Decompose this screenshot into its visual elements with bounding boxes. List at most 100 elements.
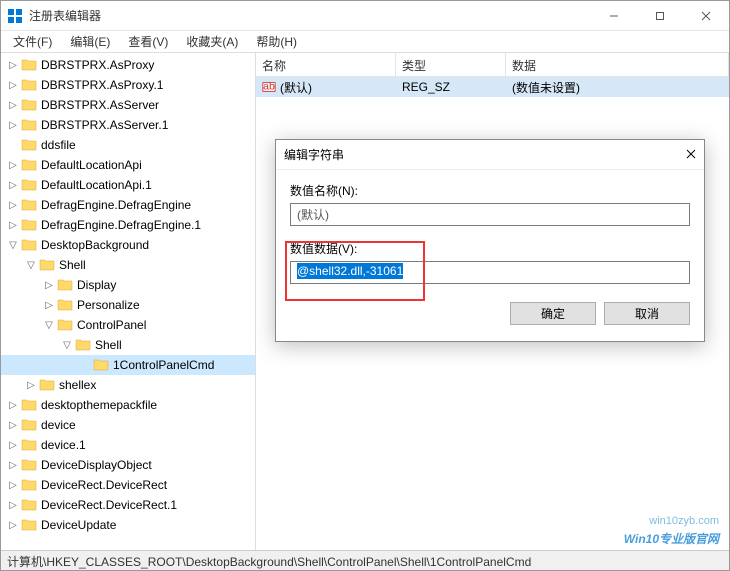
tree-node[interactable]: ▷ desktopthemepackfile <box>1 395 255 415</box>
expand-icon[interactable]: ▷ <box>5 400 21 411</box>
tree-label: DeviceRect.DeviceRect <box>41 478 167 492</box>
expand-icon[interactable]: ▷ <box>5 420 21 431</box>
list-row[interactable]: ab(默认)REG_SZ(数值未设置) <box>256 77 729 97</box>
tree-label: Personalize <box>77 298 140 312</box>
expand-icon[interactable]: ▷ <box>5 480 21 491</box>
cell-type: REG_SZ <box>396 78 506 96</box>
tree-pane[interactable]: ▷ DBRSTPRX.AsProxy ▷ DBRSTPRX.AsProxy.1 ▷ DBR… <box>1 53 256 550</box>
tree-label: shellex <box>59 378 96 392</box>
expand-icon[interactable]: ▷ <box>5 220 21 231</box>
collapse-icon[interactable]: ▽ <box>5 240 21 251</box>
tree-node[interactable]: ▷ DefaultLocationApi.1 <box>1 175 255 195</box>
tree-node[interactable]: ▽ DesktopBackground <box>1 235 255 255</box>
tree-node[interactable]: ▷DefragEngine.DefragEngine.1 <box>1 215 255 235</box>
tree-node[interactable]: ▷DeviceRect.DeviceRect.1 <box>1 495 255 515</box>
tree-node[interactable]: ▷ DefaultLocationApi <box>1 155 255 175</box>
menu-view[interactable]: 查看(V) <box>120 31 176 52</box>
expand-icon[interactable]: ▷ <box>5 180 21 191</box>
tree-label: desktopthemepackfile <box>41 398 157 412</box>
tree-node[interactable]: ▷ DBRSTPRX.AsServer.1 <box>1 115 255 135</box>
tree-node[interactable]: ▽Shell <box>1 335 255 355</box>
tree-node[interactable]: ▷ DeviceRect.DeviceRect <box>1 475 255 495</box>
svg-text:ab: ab <box>263 81 275 93</box>
list-header: 名称 类型 数据 <box>256 53 729 77</box>
window-titlebar: 注册表编辑器 <box>1 1 729 31</box>
maximize-button[interactable] <box>637 1 683 31</box>
tree-label: ddsfile <box>41 138 76 152</box>
tree-node[interactable]: ddsfile <box>1 135 255 155</box>
tree-label: DeviceUpdate <box>41 518 116 532</box>
ok-button[interactable]: 确定 <box>510 302 596 325</box>
expand-icon[interactable]: ▷ <box>5 120 21 131</box>
tree-label: DBRSTPRX.AsProxy.1 <box>41 78 163 92</box>
value-name-input[interactable]: (默认) <box>290 203 690 226</box>
edit-string-dialog: 编辑字符串 数值名称(N): (默认) 数值数据(V): @shell32.dl… <box>275 139 705 342</box>
menu-help[interactable]: 帮助(H) <box>248 31 305 52</box>
string-value-icon: ab <box>262 80 276 94</box>
tree-node[interactable]: ▷DeviceDisplayObject <box>1 455 255 475</box>
col-header-type[interactable]: 类型 <box>396 53 506 76</box>
tree-node[interactable]: ▷ DBRSTPRX.AsProxy.1 <box>1 75 255 95</box>
collapse-icon[interactable]: ▽ <box>41 320 57 331</box>
tree-node[interactable]: 1ControlPanelCmd <box>1 355 255 375</box>
expand-icon[interactable]: ▷ <box>5 440 21 451</box>
tree-node[interactable]: ▷ device.1 <box>1 435 255 455</box>
collapse-icon[interactable]: ▽ <box>23 260 39 271</box>
tree-node[interactable]: ▷ Display <box>1 275 255 295</box>
menu-edit[interactable]: 编辑(E) <box>62 31 118 52</box>
tree-node[interactable]: ▷ DBRSTPRX.AsProxy <box>1 55 255 75</box>
dialog-titlebar[interactable]: 编辑字符串 <box>276 140 704 170</box>
tree-label: DBRSTPRX.AsServer <box>41 98 159 112</box>
expand-icon[interactable]: ▷ <box>5 60 21 71</box>
tree-label: DefaultLocationApi <box>41 158 142 172</box>
expand-icon[interactable]: ▷ <box>41 300 57 311</box>
expand-icon[interactable]: ▷ <box>5 200 21 211</box>
tree-node[interactable]: ▷ device <box>1 415 255 435</box>
expand-icon[interactable]: ▷ <box>5 520 21 531</box>
window-title: 注册表编辑器 <box>29 7 591 24</box>
col-header-data[interactable]: 数据 <box>506 53 729 76</box>
tree-node[interactable]: ▽ Shell <box>1 255 255 275</box>
tree-node[interactable]: ▷ DefragEngine.DefragEngine <box>1 195 255 215</box>
value-data-label: 数值数据(V): <box>290 240 690 257</box>
cancel-button[interactable]: 取消 <box>604 302 690 325</box>
dialog-title: 编辑字符串 <box>284 146 686 163</box>
tree-label: DefragEngine.DefragEngine <box>41 198 191 212</box>
menu-favorites[interactable]: 收藏夹(A) <box>178 31 246 52</box>
expand-icon[interactable]: ▷ <box>5 500 21 511</box>
menubar: 文件(F) 编辑(E) 查看(V) 收藏夹(A) 帮助(H) <box>1 31 729 53</box>
cell-data: (数值未设置) <box>506 77 729 98</box>
tree-label: 1ControlPanelCmd <box>113 358 214 372</box>
expand-icon[interactable]: ▷ <box>41 280 57 291</box>
expand-icon[interactable]: ▷ <box>5 80 21 91</box>
expand-icon[interactable]: ▷ <box>5 460 21 471</box>
statusbar: 计算机\HKEY_CLASSES_ROOT\DesktopBackground\… <box>1 550 729 570</box>
dialog-close-button[interactable] <box>686 148 696 162</box>
app-icon <box>7 8 23 24</box>
dialog-body: 数值名称(N): (默认) 数值数据(V): @shell32.dll,-310… <box>276 170 704 341</box>
menu-file[interactable]: 文件(F) <box>5 31 60 52</box>
tree-label: Display <box>77 278 116 292</box>
tree-label: Shell <box>59 258 86 272</box>
tree-label: DefaultLocationApi.1 <box>41 178 152 192</box>
close-button[interactable] <box>683 1 729 31</box>
tree-node[interactable]: ▷ shellex <box>1 375 255 395</box>
value-data-input[interactable]: @shell32.dll,-31061 <box>290 261 690 284</box>
expand-icon[interactable]: ▷ <box>5 160 21 171</box>
expand-icon[interactable]: ▷ <box>5 100 21 111</box>
tree-label: DesktopBackground <box>41 238 149 252</box>
tree-label: device.1 <box>41 438 86 452</box>
tree-node[interactable]: ▷ Personalize <box>1 295 255 315</box>
tree-label: DBRSTPRX.AsServer.1 <box>41 118 168 132</box>
tree-label: ControlPanel <box>77 318 146 332</box>
collapse-icon[interactable]: ▽ <box>59 340 75 351</box>
expand-icon[interactable]: ▷ <box>23 380 39 391</box>
tree-label: device <box>41 418 76 432</box>
tree-node[interactable]: ▽ ControlPanel <box>1 315 255 335</box>
value-name-label: 数值名称(N): <box>290 182 690 199</box>
col-header-name[interactable]: 名称 <box>256 53 396 76</box>
tree-node[interactable]: ▷ DBRSTPRX.AsServer <box>1 95 255 115</box>
minimize-button[interactable] <box>591 1 637 31</box>
tree-node[interactable]: ▷ DeviceUpdate <box>1 515 255 535</box>
tree-label: DBRSTPRX.AsProxy <box>41 58 154 72</box>
